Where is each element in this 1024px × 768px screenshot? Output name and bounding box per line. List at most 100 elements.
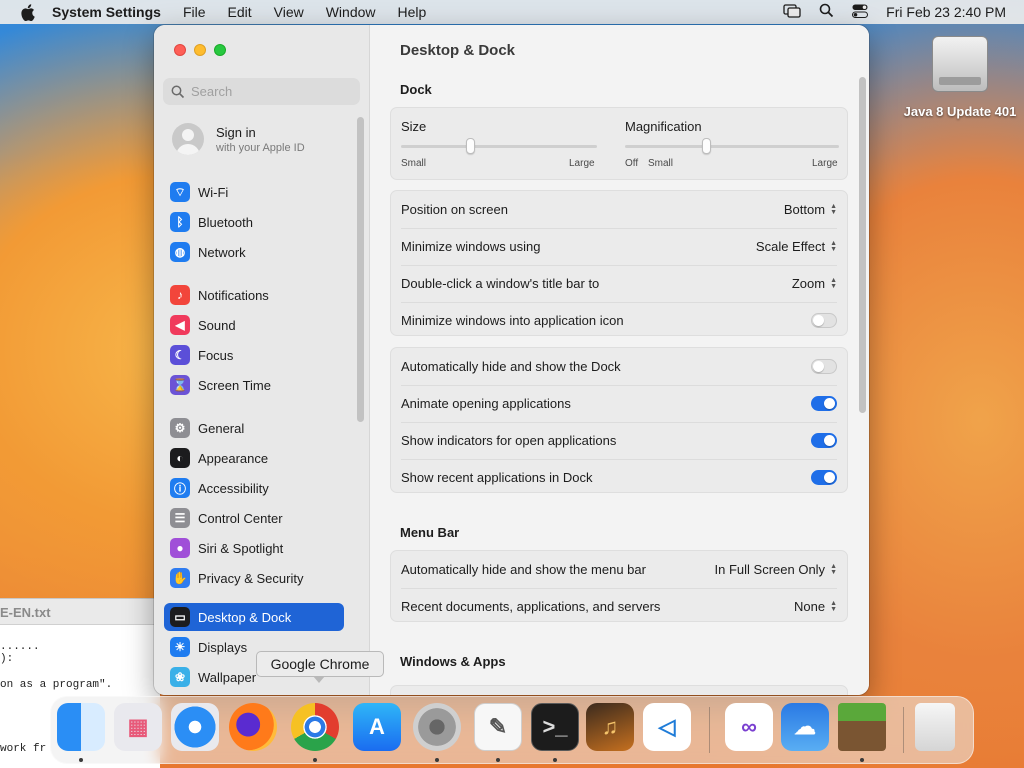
menu-clock[interactable]: Fri Feb 23 2:40 PM (886, 4, 1006, 20)
setting-popup-button[interactable]: In Full Screen Only ▲ ▼ (715, 562, 837, 577)
setting-row: Position on screen Bottom ▲ ▼ (391, 191, 847, 228)
terminal-icon[interactable]: >_ (531, 703, 579, 751)
dock-separator (709, 707, 710, 753)
spotlight-search-icon[interactable] (819, 3, 834, 21)
sidebar-item-desktop-dock[interactable]: ▭ Desktop & Dock (164, 603, 344, 631)
magnification-slider-track[interactable] (625, 145, 839, 148)
setting-label: Automatically hide and show the menu bar (401, 562, 646, 577)
sidebar-item-label: Wi-Fi (198, 184, 229, 200)
desktop-drive[interactable]: Java 8 Update 401 (902, 36, 1018, 119)
setting-popup-button[interactable]: None ▲ ▼ (794, 599, 837, 614)
magnification-slider-knob[interactable] (702, 138, 712, 154)
size-slider-knob[interactable] (465, 138, 475, 154)
setting-popup-button[interactable]: Scale Effect ▲ ▼ (756, 239, 837, 254)
menu-file[interactable]: File (183, 4, 206, 20)
setting-toggle[interactable] (811, 359, 837, 374)
screen-mirroring-icon[interactable] (783, 3, 801, 21)
vscode-icon[interactable]: ◁ (643, 703, 691, 751)
garageband-icon[interactable]: ♫ (586, 703, 634, 751)
wifi-icon: ⌔ (170, 182, 190, 202)
sidebar-item-label: General (198, 420, 245, 436)
menu-view[interactable]: View (274, 4, 304, 20)
menu-help[interactable]: Help (398, 4, 427, 20)
close-window-button[interactable] (174, 44, 186, 56)
sidebar-item-bluetooth[interactable]: ᛒ Bluetooth (164, 208, 344, 236)
row-divider (401, 588, 837, 589)
dock-tooltip: Google Chrome (256, 651, 384, 683)
sidebar-item-control-center[interactable]: ☰ Control Center (164, 504, 344, 532)
avatar (172, 123, 204, 155)
running-indicator (435, 758, 439, 762)
zoom-window-button[interactable] (214, 44, 226, 56)
sidebar-item-screen-time[interactable]: ⌛ Screen Time (164, 371, 344, 399)
setting-popup-button[interactable]: Zoom ▲ ▼ (792, 276, 837, 291)
sidebar-item-siri-spotlight[interactable]: ● Siri & Spotlight (164, 534, 344, 562)
search-input[interactable]: Search (163, 78, 360, 105)
firefox-icon[interactable] (229, 703, 277, 751)
setting-popup-button[interactable]: Bottom ▲ ▼ (784, 202, 837, 217)
window-controls (174, 44, 226, 56)
sidebar-item-label: Appearance (198, 450, 269, 466)
editor-line: ...... (0, 641, 40, 653)
sidebar-item-appearance[interactable]: ◐ Appearance (164, 444, 344, 472)
bluetooth-icon: ᛒ (170, 212, 190, 232)
minimize-window-button[interactable] (194, 44, 206, 56)
apple-menu-icon[interactable] (18, 3, 36, 21)
speaker-icon: ◀ (170, 315, 190, 335)
sidebar-item-wi-fi[interactable]: ⌔ Wi-Fi (164, 178, 344, 206)
chevron-up-down-icon: ▲ ▼ (830, 562, 837, 576)
trash-icon[interactable] (915, 703, 955, 751)
running-indicator (553, 758, 557, 762)
sidebar-item-label: Siri & Spotlight (198, 540, 284, 556)
windows-apps-group (390, 685, 848, 695)
menu-app-name[interactable]: System Settings (52, 4, 161, 20)
chevron-up-down-icon: ▲ ▼ (830, 276, 837, 290)
app-store-icon[interactable]: A (353, 703, 401, 751)
globe-icon: ◍ (170, 242, 190, 262)
sidebar-item-network[interactable]: ◍ Network (164, 238, 344, 266)
editor-line: work fr (0, 743, 47, 755)
disk-drive-icon (932, 36, 988, 92)
sidebar: Search Sign in with your Apple ID ⌔ Wi-Fi… (154, 25, 370, 695)
control-center-icon[interactable] (852, 4, 869, 21)
setting-toggle[interactable] (811, 433, 837, 448)
setting-label: Minimize windows using (401, 239, 541, 254)
sidebar-item-label: Focus (198, 347, 234, 363)
content-scrollbar[interactable] (859, 77, 866, 413)
running-indicator (860, 758, 864, 762)
setting-label: Show recent applications in Dock (401, 470, 593, 485)
sidebar-item-accessibility[interactable]: ⓘ Accessibility (164, 474, 344, 502)
sidebar-item-privacy-security[interactable]: ✋ Privacy & Security (164, 564, 344, 592)
finder-icon[interactable] (57, 703, 105, 751)
control-center-icon: ☰ (170, 508, 190, 528)
chrome-icon[interactable] (291, 703, 339, 751)
wallpaper-icon: ❀ (170, 667, 190, 687)
system-settings-icon[interactable] (413, 703, 461, 751)
sidebar-scrollbar[interactable] (357, 117, 364, 422)
sidebar-item-general[interactable]: ⚙ General (164, 414, 344, 442)
settings-content: Desktop & Dock Dock Size Small Large Mag… (370, 25, 869, 695)
weather-icon[interactable]: ☁ (781, 703, 829, 751)
setting-toggle[interactable] (811, 396, 837, 411)
menu-edit[interactable]: Edit (228, 4, 252, 20)
menu-window[interactable]: Window (326, 4, 376, 20)
appearance-icon: ◐ (170, 448, 190, 468)
setting-toggle[interactable] (811, 470, 837, 485)
minecraft-icon[interactable] (838, 703, 886, 751)
sidebar-item-focus[interactable]: ☾ Focus (164, 341, 344, 369)
launchpad-icon[interactable]: ▦ (114, 703, 162, 751)
sidebar-item-notifications[interactable]: ♪ Notifications (164, 281, 344, 309)
sidebar-item-sound[interactable]: ◀ Sound (164, 311, 344, 339)
setting-row: Show recent applications in Dock (391, 459, 847, 496)
textedit-icon[interactable]: ✎ (474, 703, 522, 751)
size-slider-track[interactable] (401, 145, 597, 148)
magnification-off-label: Off (625, 158, 639, 169)
setting-toggle[interactable] (811, 313, 837, 328)
visual-studio-icon[interactable]: ∞ (725, 703, 773, 751)
sidebar-item-label: Control Center (198, 510, 283, 526)
hand-icon: ✋ (170, 568, 190, 588)
dock: ▦ A ✎ >_ ♫ ◁ ∞ ☁ (50, 696, 974, 764)
apple-id-signin[interactable]: Sign in with your Apple ID (172, 123, 305, 155)
safari-icon[interactable] (171, 703, 219, 751)
size-label: Size (401, 119, 427, 134)
